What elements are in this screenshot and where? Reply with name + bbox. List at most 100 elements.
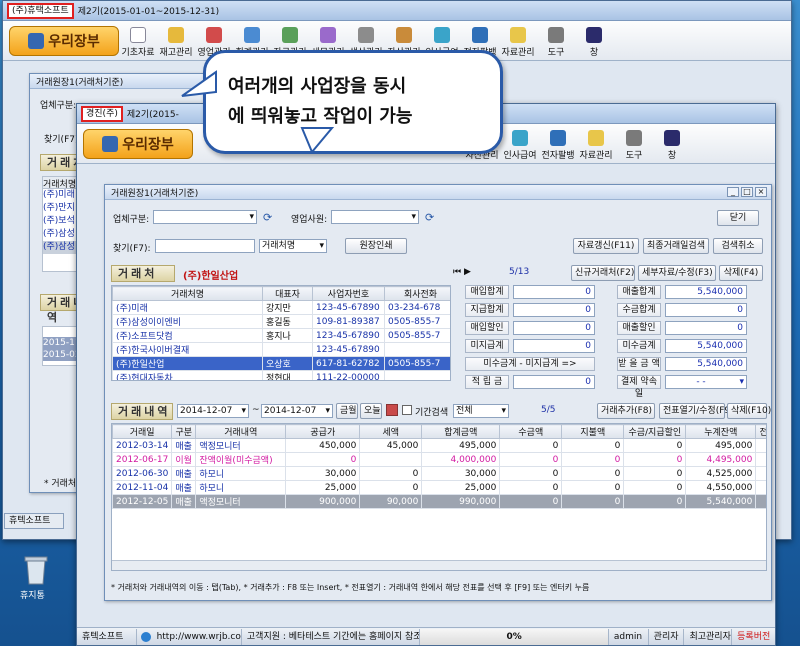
table-row[interactable]: (주)한국사이버결재 123-45-67890 <box>112 342 450 357</box>
col-header[interactable]: 회사전화 <box>384 286 450 301</box>
callout-balloon: 여러개의 사업장을 동시 에 띄워놓고 작업이 가능 <box>203 50 503 154</box>
diff-label: 미수금계 - 미지급계 => <box>465 357 595 371</box>
date-range-sep: ~ <box>252 405 260 415</box>
table-row[interactable]: (주)미래 강지만 123-45-67890 03-234-678 <box>112 300 450 315</box>
refresh-icon[interactable]: ⟳ <box>263 211 272 224</box>
front-tb-tools[interactable]: 도구 <box>615 125 653 163</box>
purchase-total-value: 0 <box>513 285 595 299</box>
col-header[interactable]: 대표자 <box>262 286 313 301</box>
receivable-label: 미수금계 <box>617 339 661 353</box>
record-nav-icon[interactable]: ⏮ ▶ <box>453 267 471 277</box>
open-slip-button[interactable]: 전표열기/수정(F9) <box>659 403 734 419</box>
find-input[interactable] <box>155 239 255 253</box>
edit-detail-button[interactable]: 세부자료/수정(F3) <box>638 265 716 281</box>
settle-date-label: 결제 약속일 <box>617 375 661 399</box>
status-url[interactable]: http://www.wrjb.co.kr <box>137 628 242 645</box>
back-tb-tools[interactable]: 도구 <box>537 22 575 60</box>
back-logo: 우리장부 <box>9 25 119 56</box>
table-row[interactable]: 2012-06-17 이월 잔액이월(미수금액) 0 4,000,000 0 0 0 4,495… <box>112 452 766 467</box>
col-header[interactable]: 전 <box>755 424 766 439</box>
status-bar: 휴텍소프트 http://www.wrjb.co.kr 고객지원 : 베타테스트… <box>77 627 775 645</box>
back-tb-window[interactable]: 창 <box>575 22 613 60</box>
back-field-label: 업체구분: <box>40 101 77 111</box>
back-tb-stock[interactable]: 재고관리 <box>157 22 195 60</box>
recent-trade-search-button[interactable]: 최종거래일검색 <box>643 238 709 254</box>
col-header[interactable]: 거래처명 <box>112 286 263 301</box>
period-select[interactable]: 전체 <box>453 404 509 418</box>
col-header[interactable]: 수금액 <box>499 424 563 439</box>
table-row[interactable]: (주)현대자동차 정현대 111-22-00000 <box>112 370 450 380</box>
delete-tx-button[interactable]: 삭제(F10) <box>727 403 771 419</box>
col-header[interactable]: 누계잔액 <box>685 424 757 439</box>
minimize-button[interactable]: _ <box>727 187 739 197</box>
recycle-bin-icon[interactable] <box>20 552 52 586</box>
today-button[interactable]: 오늘 <box>360 403 382 419</box>
tx-position: 5/5 <box>541 405 556 415</box>
payment-total-value: 0 <box>513 303 595 317</box>
table-row[interactable]: (주)삼성이이엔비 홍길동 109-81-89387 0505-855-7 <box>112 314 450 329</box>
col-header[interactable]: 세액 <box>359 424 423 439</box>
date-to-input[interactable]: 2014-12-07 <box>261 404 333 418</box>
back-taskbar-item[interactable]: 휴텍소프트 <box>4 513 64 529</box>
tx-section-label: 거래내역 <box>111 403 173 420</box>
col-header[interactable]: 거래일 <box>112 424 173 439</box>
progress-bar: 0% <box>420 628 609 645</box>
sales-disc-value: 0 <box>665 321 747 335</box>
purchase-total-label: 매입합계 <box>465 285 509 299</box>
unpaid-total-label: 미지급계 <box>465 339 509 353</box>
front-tb-ebank[interactable]: 전자팔뱅 <box>539 125 577 163</box>
table-row[interactable]: 2012-03-14 매출 액정모니터 450,000 45,000 495,000 0 0 0… <box>112 438 766 453</box>
close-button[interactable]: 닫기 <box>717 210 759 226</box>
back-period: 제2기(2015-01-01~2015-12-31) <box>77 7 220 17</box>
front-tb-data[interactable]: 자료관리 <box>577 125 615 163</box>
horizontal-scrollbar[interactable] <box>112 560 766 570</box>
delete-client-button[interactable]: 삭제(F4) <box>719 265 763 281</box>
status-app: 휴텍소프트 <box>77 628 137 645</box>
cancel-search-button[interactable]: 검색취소 <box>713 238 763 254</box>
this-month-button[interactable]: 금월 <box>336 403 358 419</box>
status-support: 고객지원 : 베타테스트 기간에는 홈페이지 참조 <box>242 628 421 645</box>
sales-person-label: 영업사원: <box>291 215 328 225</box>
date-from-input[interactable]: 2014-12-07 <box>177 404 249 418</box>
back-tb-data[interactable]: 자료관리 <box>499 22 537 60</box>
col-header[interactable]: 합계금액 <box>421 424 501 439</box>
back-tb-basic[interactable]: 기초자료 <box>119 22 157 60</box>
col-header[interactable]: 공급가 <box>285 424 361 439</box>
calendar-icon[interactable] <box>386 404 398 416</box>
find-field-select[interactable]: 거래처명 <box>259 239 327 253</box>
table-row[interactable]: 2012-11-04 매출 하모니 25,000 0 25,000 0 0 0 4,550,000 <box>112 480 766 495</box>
new-client-button[interactable]: 신규거래처(F2) <box>571 265 635 281</box>
tx-table: 거래일 구분 거래내역 공급가 세액 합계금액 수금액 지불액 수금/지급할인 … <box>111 423 767 571</box>
table-row-selected[interactable]: (주)한일산업 오상호 617-81-62782 0505-855-7 <box>112 356 450 371</box>
recalc-button[interactable]: 자료갱신(F11) <box>573 238 639 254</box>
sales-total-label: 매출합계 <box>617 285 661 299</box>
col-header[interactable]: 거래내역 <box>195 424 287 439</box>
front-tb-window[interactable]: 창 <box>653 125 691 163</box>
maximize-button[interactable]: □ <box>741 187 753 197</box>
recycle-bin-label: 휴지통 <box>20 591 45 601</box>
period-checkbox[interactable] <box>402 405 412 415</box>
receivable-value: 5,540,000 <box>665 339 747 353</box>
summary-panel: 매입합계 0 지급합계 0 매입할인 0 미지급계 0 미수금계 - 미지급계 … <box>465 285 765 399</box>
refresh-icon[interactable]: ⟳ <box>425 211 434 224</box>
table-row-selected[interactable]: 2012-12-05 매출 액정모니터 900,000 90,000 990,000 0 0 0… <box>112 494 766 509</box>
col-header[interactable]: 구분 <box>171 424 197 439</box>
col-header[interactable]: 수금/지급할인 <box>623 424 687 439</box>
back-company-name[interactable]: (주)휴택소프트 <box>7 2 74 19</box>
business-type-label: 업체구분: <box>113 215 150 225</box>
ledger-title-bar: 거래원장1(거래처기준) _ □ × <box>105 185 771 200</box>
table-row[interactable]: 2012-06-30 매출 하모니 30,000 0 30,000 0 0 0 4,525,000 <box>112 466 766 481</box>
col-header[interactable]: 지불액 <box>561 424 625 439</box>
business-type-select[interactable] <box>153 210 257 224</box>
record-position: 5/13 <box>509 267 530 277</box>
sales-person-select[interactable] <box>331 210 419 224</box>
front-logo: 우리장부 <box>83 128 193 159</box>
add-tx-button[interactable]: 거래추가(F8) <box>597 403 655 419</box>
col-header[interactable]: 사업자번호 <box>312 286 385 301</box>
table-row[interactable]: (주)소프트닷컴 홍지나 123-45-67890 0505-855-7 <box>112 328 450 343</box>
front-tb-hr[interactable]: 인사급여 <box>501 125 539 163</box>
front-company-name[interactable]: 경진(주) <box>81 105 123 122</box>
print-ledger-button[interactable]: 원장인쇄 <box>345 238 407 254</box>
close-icon[interactable]: × <box>755 187 767 197</box>
settle-date-select[interactable]: - - <box>665 375 747 389</box>
